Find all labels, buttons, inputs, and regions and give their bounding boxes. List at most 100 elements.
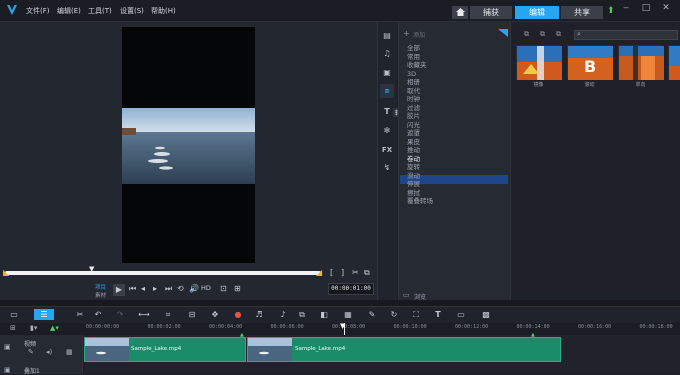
graphics-icon[interactable]: ▣ [380,66,394,80]
menu-tools[interactable]: 工具(T) [88,6,112,16]
timecode-display[interactable]: 00:00:01:00 [328,283,374,295]
category-item[interactable]: 伸展 [407,180,420,188]
menu-file[interactable]: 文件(F) [26,6,50,16]
tools-icon[interactable]: ✂ [74,309,86,320]
play-icon[interactable]: ▶ [113,284,125,296]
effect-thumb-2[interactable]: B [567,45,613,80]
mark-out-icon[interactable]: ] [341,268,344,277]
category-item[interactable]: 过滤 [407,104,420,112]
go-start-icon[interactable]: ⏮ [129,284,136,294]
category-item[interactable]: 覆叠转场 [407,197,433,205]
record-icon[interactable]: ● [232,309,244,320]
category-item[interactable]: 收藏夹 [407,61,427,69]
category-item[interactable]: 常用 [407,53,420,61]
grid-icon[interactable]: ▩ [480,309,492,320]
add-icon[interactable]: + [403,29,410,38]
category-item[interactable]: 3D [407,70,416,78]
timeline-view-icon[interactable]: ☰ [34,309,54,320]
category-item[interactable]: 时钟 [407,95,420,103]
favorite-icon[interactable]: ⧉ [556,30,561,39]
maximize-icon[interactable]: □ [640,3,652,13]
title-icon[interactable]: T [380,105,394,119]
prev-frame-icon[interactable]: ◂ [141,284,145,293]
resize-icon[interactable]: ⊞ [234,284,241,293]
category-item[interactable]: 闪光 [407,121,420,129]
track-visibility-icon[interactable]: ▦ [66,348,73,356]
title-tool-icon[interactable]: T [432,309,444,320]
category-item[interactable]: 旋转 [407,163,420,171]
paint-icon[interactable]: ✎ [366,309,378,320]
minimize-icon[interactable]: ‒ [620,3,632,13]
fit-project-icon[interactable]: ⟷ [138,309,150,320]
fit-icon[interactable]: ⊡ [220,284,227,293]
ripple-edit-icon[interactable]: ✎ [28,348,34,356]
category-item[interactable]: 胶片 [407,112,420,120]
tab-edit[interactable]: 编辑 [515,6,559,19]
menu-help[interactable]: 帮助(H) [151,6,176,16]
fx-icon[interactable]: FX [380,143,394,157]
repeat-icon[interactable]: ⟲ [177,284,184,293]
tab-capture[interactable]: 捕获 [470,6,512,19]
split-icon[interactable]: ✂ [352,268,359,277]
upload-icon[interactable]: ⬆ [607,6,615,16]
category-item[interactable]: 取代 [407,87,420,95]
clip-mode-label[interactable]: 素材 [95,291,106,299]
menu-settings[interactable]: 设置(S) [120,6,144,16]
undo-icon[interactable]: ↶ [92,309,104,320]
time-remap-icon[interactable]: ↻ [388,309,400,320]
mark-out-handle[interactable]: ◢ [316,268,322,277]
scrubber-thumb[interactable]: ▼ [89,265,94,273]
chapter-icon[interactable]: ▮▾ [30,324,37,332]
effect-thumb-1[interactable] [516,45,562,80]
category-item[interactable]: 擦拭 [407,189,420,197]
hd-button[interactable]: HD [201,284,211,292]
category-item[interactable]: 遮罩 [407,129,420,137]
media-icon[interactable]: ▤ [380,29,394,43]
category-item[interactable]: 卷动 [407,155,420,163]
go-end-icon[interactable]: ⏭ [165,284,172,294]
mark-in-handle[interactable]: ◣ [3,268,9,277]
motion-icon[interactable]: ✥ [209,309,221,320]
mask-icon[interactable]: ◧ [318,309,330,320]
enlarge-icon[interactable]: ⧉ [364,268,370,278]
path-icon[interactable]: ↯ [380,161,394,175]
effect-thumb-4[interactable] [668,45,680,80]
project-mode-label[interactable]: 项目 [95,283,106,291]
add-folder-label[interactable]: 添加 [413,30,425,39]
category-item[interactable]: 滑动 [407,172,420,180]
playhead-handle[interactable]: ▼ [340,322,345,330]
transition-icon[interactable]: ⧈ [380,84,394,98]
storyboard-view-icon[interactable]: ▭ [8,309,20,320]
copy-icon[interactable]: ⧉ [540,30,545,39]
effect-thumb-3[interactable] [618,45,664,80]
crop-icon[interactable]: ⌗ [162,309,174,320]
category-item[interactable]: 果皮 [407,138,420,146]
track-manager-icon[interactable]: ⊞ [10,324,16,332]
ripple-icon[interactable]: ▲▾ [50,324,59,332]
particle-icon[interactable]: ✻ [380,124,394,138]
category-item[interactable]: 相册 [407,78,420,86]
close-icon[interactable]: ✕ [660,3,672,13]
scrubber-bar[interactable] [5,271,321,275]
instant-project-icon[interactable]: ♫ [380,47,394,61]
effect-search-input[interactable]: ⌕ [574,30,678,40]
screen-icon[interactable]: ▭ [455,309,467,320]
menu-edit[interactable]: 编辑(E) [57,6,81,16]
auto-music-icon[interactable]: ♪ [277,309,289,320]
split-screen-icon[interactable]: ⊟ [186,309,198,320]
home-button[interactable] [452,6,468,19]
tab-share[interactable]: 共享 [561,6,603,19]
category-item[interactable]: 推动 [407,146,420,154]
apply-icon[interactable]: ⧉ [524,30,529,39]
pan-zoom-icon[interactable]: ⛶ [410,309,422,320]
multicam-icon[interactable]: ▦ [342,309,354,320]
sound-mixer-icon[interactable]: ♬ [253,309,265,320]
volume-icon[interactable]: 🔊 [189,284,199,293]
category-item[interactable]: 全部 [407,44,420,52]
subtitle-icon[interactable]: ⧉ [296,309,308,320]
browse-icon[interactable]: ▭ [403,291,410,299]
track-mute-icon[interactable]: ◂) [46,348,52,356]
redo-icon[interactable]: ↷ [114,309,126,320]
mark-in-icon[interactable]: [ [330,268,333,277]
next-frame-icon[interactable]: ▸ [153,284,157,293]
